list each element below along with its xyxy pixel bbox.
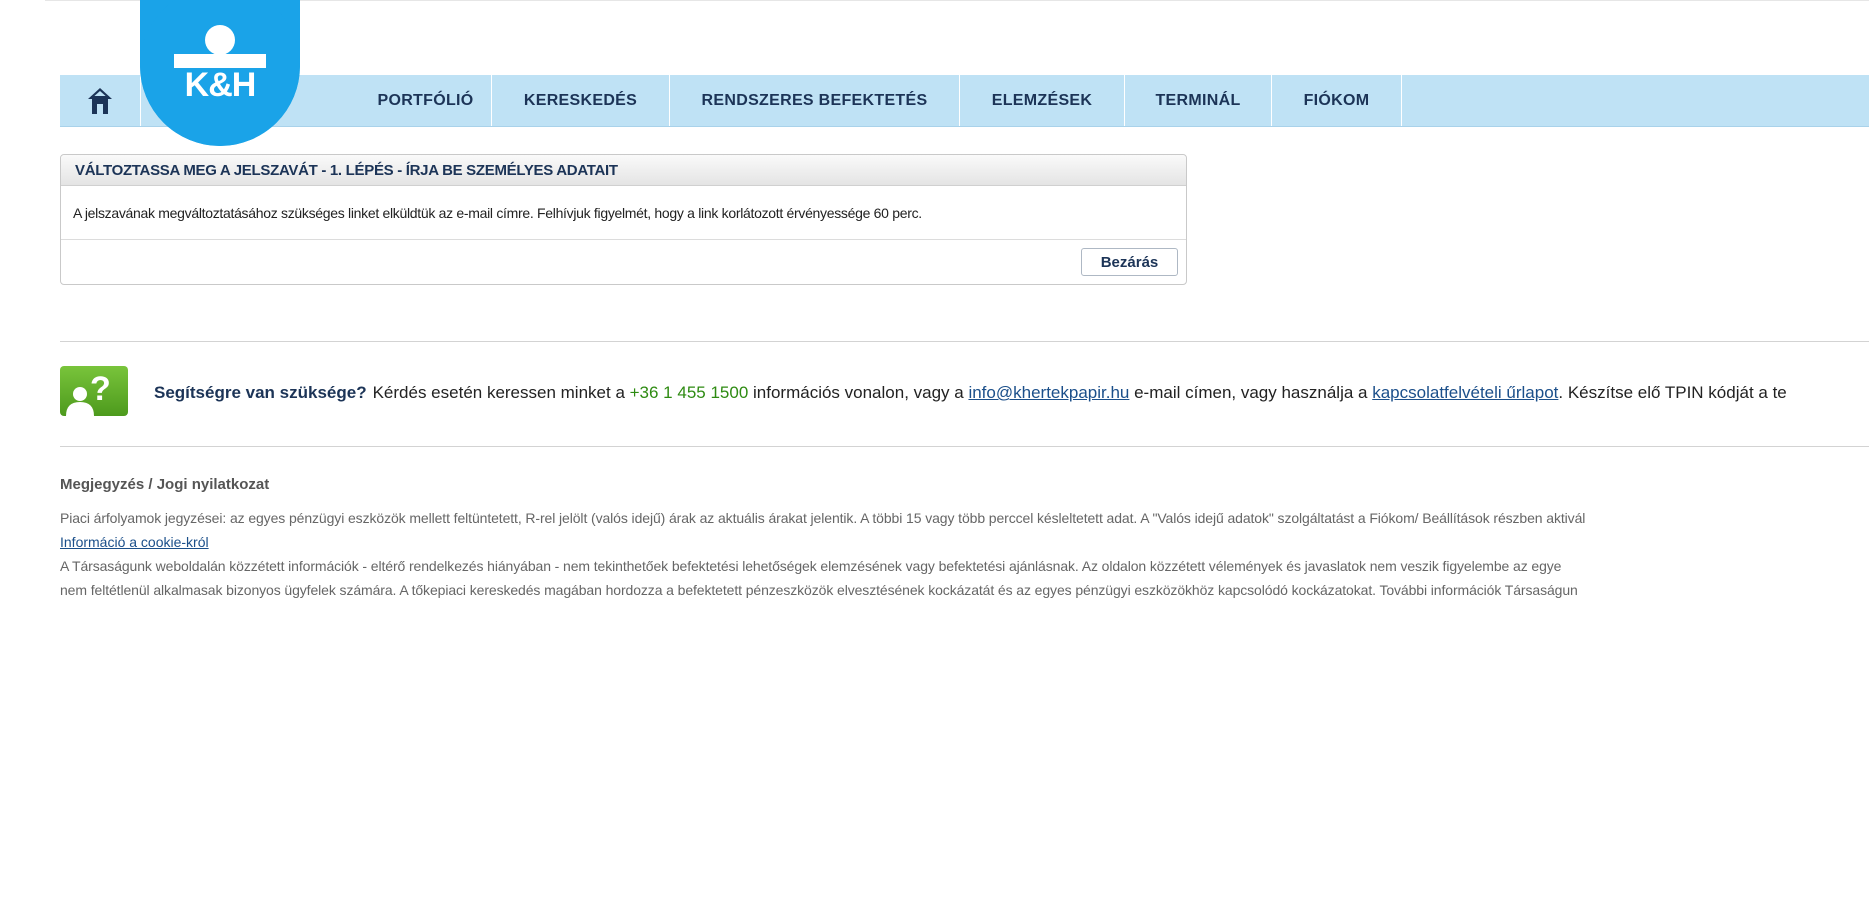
dialog-message: A jelszavának megváltoztatásához szükség… [61,186,1186,240]
help-phone: +36 1 455 1500 [629,383,749,402]
password-change-dialog: VÁLTOZTASSA MEG A JELSZAVÁT - 1. LÉPÉS -… [60,154,1187,285]
close-button[interactable]: Bezárás [1081,248,1178,276]
nav-item-portfolio[interactable]: PORTFÓLIÓ [360,75,492,126]
logo-figure-head [205,25,235,55]
contact-form-link[interactable]: kapcsolatfelvételi űrlapot [1372,383,1558,402]
nav-item-label: ELEMZÉSEK [991,91,1093,109]
disclaimer-line: nem feltétlenül alkalmasak bizonyos ügyf… [60,582,1578,598]
help-text-part: Kérdés esetén keressen minket a [372,383,630,402]
disclaimer-title: Megjegyzés / Jogi nyilatkozat [60,476,270,493]
dialog-footer: Bezárás [61,240,1186,285]
cookie-info-link[interactable]: Információ a cookie-król [60,534,209,550]
help-question: Segítségre van szüksége? [154,383,367,402]
nav-item-label: FIÓKOM [1303,91,1370,109]
help-text-part: . Készítse elő TPIN kódját a te [1558,383,1787,402]
help-text-part: e-mail címen, vagy használja a [1129,383,1373,402]
nav-item-regular-investment[interactable]: RENDSZERES BEFEKTETÉS [670,75,960,126]
disclaimer-line: Piaci árfolyamok jegyzései: az egyes pén… [60,510,1586,526]
nav-item-terminal[interactable]: TERMINÁL [1125,75,1272,126]
dialog-title: VÁLTOZTASSA MEG A JELSZAVÁT - 1. LÉPÉS -… [61,155,1186,186]
nav-item-label: KERESKEDÉS [523,91,638,109]
divider [60,446,1869,447]
main-navigation: PORTFÓLIÓ KERESKEDÉS RENDSZERES BEFEKTET… [60,75,1869,127]
help-email-link[interactable]: info@khertekpapir.hu [968,383,1129,402]
home-button[interactable] [60,75,141,126]
help-text: Segítségre van szüksége? Kérdés esetén ke… [154,383,1787,403]
divider [60,341,1869,342]
help-person-icon: ? [60,366,128,416]
logo-text: K&H [184,66,257,104]
home-icon [88,87,112,114]
nav-item-account[interactable]: FIÓKOM [1272,75,1402,126]
svg-text:?: ? [90,370,111,408]
nav-item-label: PORTFÓLIÓ [377,91,474,109]
nav-item-label: RENDSZERES BEFEKTETÉS [701,91,928,109]
disclaimer-line: A Társaságunk weboldalán közzétett infor… [60,558,1562,574]
nav-item-label: TERMINÁL [1155,91,1241,109]
top-divider [45,0,1869,1]
nav-item-analyses[interactable]: ELEMZÉSEK [960,75,1125,126]
help-text-part: információs vonalon, vagy a [748,383,969,402]
nav-item-trading[interactable]: KERESKEDÉS [492,75,670,126]
